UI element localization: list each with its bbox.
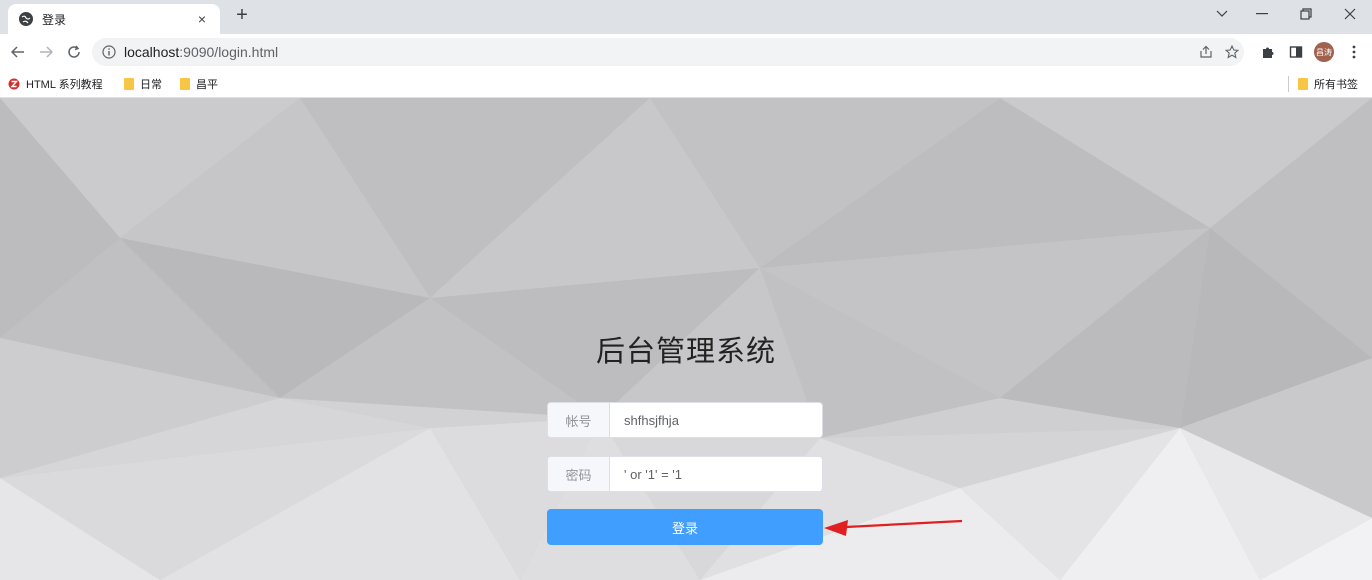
tab-strip: 登录 × + bbox=[0, 0, 1372, 34]
password-input[interactable] bbox=[610, 457, 822, 491]
tab-login[interactable]: 登录 × bbox=[8, 4, 220, 34]
site-info-icon[interactable] bbox=[102, 45, 116, 59]
bookmark-folder-daily[interactable]: 日常 bbox=[124, 76, 162, 92]
browser-toolbar: localhost:9090/login.html 昌涛 bbox=[0, 34, 1372, 70]
bookmark-label: 日常 bbox=[140, 79, 162, 91]
globe-icon bbox=[19, 12, 33, 26]
close-window-icon[interactable] bbox=[1328, 0, 1372, 28]
address-bar[interactable]: localhost:9090/login.html bbox=[92, 38, 1244, 66]
tab-title: 登录 bbox=[42, 12, 67, 27]
back-arrow-icon[interactable] bbox=[6, 40, 30, 64]
bookmark-html-tutorial[interactable]: HTML 系列教程 bbox=[8, 76, 103, 92]
share-icon[interactable] bbox=[1196, 42, 1216, 62]
url-host: localhost bbox=[124, 44, 180, 60]
bookmarks-separator bbox=[1288, 76, 1289, 92]
tab-search-icon[interactable] bbox=[1200, 0, 1244, 28]
side-panel-icon[interactable] bbox=[1286, 42, 1306, 62]
tab-close-icon[interactable]: × bbox=[194, 11, 210, 27]
profile-avatar[interactable]: 昌涛 bbox=[1314, 42, 1334, 62]
login-page: 后台管理系统 帐号 密码 登录 bbox=[0, 98, 1372, 580]
forward-arrow-icon[interactable] bbox=[34, 40, 58, 64]
all-bookmarks-button[interactable]: 所有书签 bbox=[1298, 76, 1358, 92]
bookmark-label: 昌平 bbox=[196, 79, 218, 91]
html-tutorial-icon bbox=[8, 78, 20, 90]
bookmarks-bar: HTML 系列教程 日常 昌平 所有书签 bbox=[0, 70, 1372, 98]
password-label: 密码 bbox=[548, 457, 610, 491]
username-input[interactable] bbox=[610, 403, 822, 437]
folder-icon bbox=[180, 78, 190, 90]
password-field: 密码 bbox=[547, 456, 823, 492]
annotation-arrow-icon bbox=[824, 519, 963, 536]
page-title: 后台管理系统 bbox=[595, 336, 776, 368]
new-tab-button[interactable]: + bbox=[230, 4, 254, 28]
folder-icon bbox=[1298, 78, 1308, 90]
url-path: :9090/login.html bbox=[179, 44, 279, 60]
restore-icon[interactable] bbox=[1284, 0, 1328, 28]
folder-icon bbox=[124, 78, 134, 90]
all-bookmarks-label: 所有书签 bbox=[1314, 79, 1358, 91]
username-label: 帐号 bbox=[548, 403, 610, 437]
bookmark-star-icon[interactable] bbox=[1222, 42, 1242, 62]
minimize-icon[interactable] bbox=[1240, 0, 1284, 28]
extensions-icon[interactable] bbox=[1258, 42, 1278, 62]
reload-icon[interactable] bbox=[62, 40, 86, 64]
menu-dots-icon[interactable] bbox=[1344, 42, 1364, 62]
login-button[interactable]: 登录 bbox=[547, 509, 823, 545]
bookmark-label: HTML 系列教程 bbox=[26, 79, 103, 91]
username-field: 帐号 bbox=[547, 402, 823, 438]
bookmark-folder-changping[interactable]: 昌平 bbox=[180, 76, 218, 92]
